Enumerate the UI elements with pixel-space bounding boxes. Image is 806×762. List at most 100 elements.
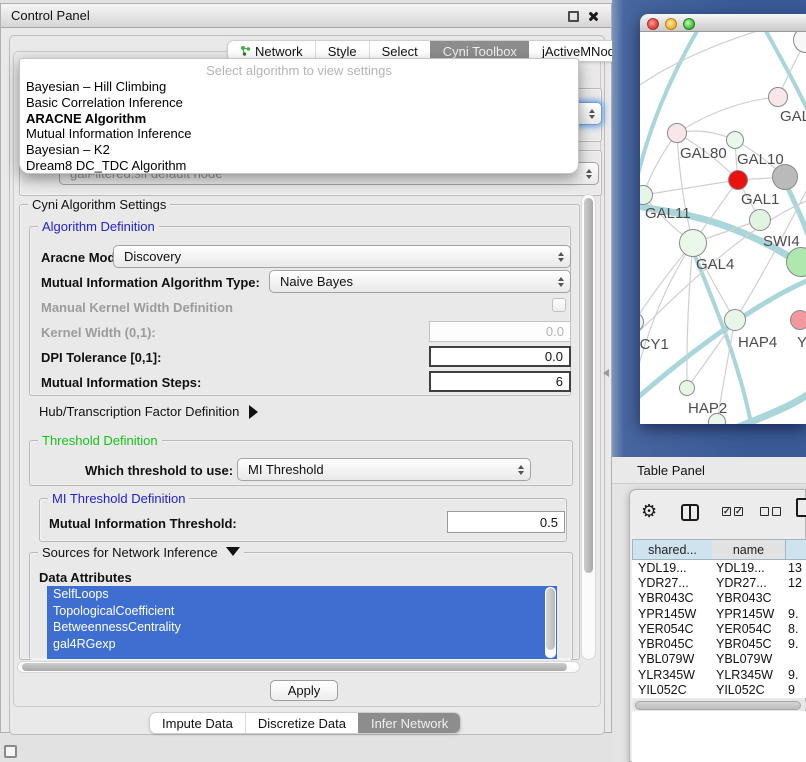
table-row[interactable]: YPR145WYPR145W9. <box>632 606 806 621</box>
table-panel-header: Table Panel <box>612 457 806 484</box>
manual-kernel-label: Manual Kernel Width Definition <box>41 300 233 315</box>
dock-panel-icon[interactable] <box>4 745 17 758</box>
columns-icon[interactable] <box>681 504 699 521</box>
tab-discretize-data[interactable]: Discretize Data <box>245 713 358 733</box>
mi-steps-label: Mutual Information Steps: <box>41 375 201 390</box>
manual-kernel-checkbox[interactable] <box>552 298 566 312</box>
column-header-name[interactable]: name <box>712 539 785 560</box>
network-canvas[interactable]: GALGAL80GAL10GAL1GAL11SWI4GAL4GCY1HAP4YH… <box>640 32 806 424</box>
algorithm-option-bayesian-hill-climbing[interactable]: Bayesian – Hill Climbing <box>20 79 578 95</box>
network-node-gal10[interactable] <box>726 131 744 149</box>
network-node-gal1[interactable] <box>728 170 748 190</box>
table-cell: YPR145W <box>712 607 785 621</box>
mi-threshold-label: Mutual Information Threshold: <box>49 516 237 531</box>
table-row[interactable]: YER054CYER054C8. <box>632 621 806 636</box>
aracne-mode-value: Discovery <box>124 249 181 264</box>
attribute-item-gal4rgexp[interactable]: gal4RGexp <box>47 636 557 653</box>
settings-vertical-scrollbar[interactable] <box>581 194 596 660</box>
settings-horizontal-scrollbar[interactable] <box>17 661 580 673</box>
kernel-width-field[interactable]: 0.0 <box>429 321 571 342</box>
window-minimize-button[interactable] <box>665 18 677 30</box>
control-panel-window: Control Panel NetworkStyleSelectCyni Too… <box>0 3 612 733</box>
dpi-tolerance-field[interactable]: 0.0 <box>429 346 571 367</box>
table-row[interactable]: YBR043CYBR043C <box>632 591 806 606</box>
hub-definition-toggle[interactable]: Hub/Transcription Factor Definition <box>39 404 258 419</box>
table-cell: 9. <box>785 607 806 621</box>
table-cell: YBR043C <box>632 591 712 605</box>
mi-threshold-title: MI Threshold Definition <box>48 491 189 506</box>
algorithm-dropdown-popup: Select algorithm to view settings Bayesi… <box>19 58 579 174</box>
algorithm-option-mutual-information-inference[interactable]: Mutual Information Inference <box>20 126 578 142</box>
column-header-shared-name[interactable]: shared... <box>632 539 712 560</box>
attribute-item-betweennesscentrality[interactable]: BetweennessCentrality <box>47 619 557 636</box>
algorithm-option-bayesian-k2[interactable]: Bayesian – K2 <box>20 142 578 158</box>
network-node-gal80[interactable] <box>667 123 687 143</box>
algorithm-option-aracne-algorithm[interactable]: ARACNE Algorithm <box>20 111 578 127</box>
mi-threshold-field[interactable]: 0.5 <box>447 511 565 533</box>
close-panel-icon[interactable] <box>586 10 599 23</box>
tab-infer-network[interactable]: Infer Network <box>358 713 460 733</box>
table-header-row: shared... name <box>632 539 806 560</box>
which-threshold-combo[interactable]: MI Threshold <box>237 458 531 481</box>
network-window-titlebar[interactable] <box>640 14 806 32</box>
network-node-hap2[interactable] <box>679 380 695 396</box>
mi-steps-field[interactable]: 6 <box>429 371 571 392</box>
network-node-gal4[interactable] <box>679 229 707 257</box>
table-cell: YDL19... <box>632 561 712 575</box>
network-node-y[interactable] <box>790 310 806 330</box>
apply-button[interactable]: Apply <box>270 680 338 701</box>
tab-label: Infer Network <box>371 716 448 731</box>
deselect-all-checkboxes-icon[interactable] <box>760 507 781 516</box>
table-cell: YBL079W <box>712 652 785 666</box>
stepper-icon <box>558 252 564 262</box>
table-row[interactable]: YBL079WYBL079W <box>632 652 806 667</box>
node-label-hap4: HAP4 <box>738 334 777 351</box>
table-row[interactable]: YBR045CYBR045C9. <box>632 636 806 651</box>
network-node[interactable] <box>772 164 798 190</box>
table-cell: 9. <box>785 637 806 651</box>
float-panel-icon[interactable] <box>568 11 579 22</box>
node-label-gal80: GAL80 <box>680 145 727 162</box>
attribute-item-topologicalcoefficient[interactable]: TopologicalCoefficient <box>47 603 557 620</box>
table-row[interactable]: YLR345WYLR345W9. <box>632 667 806 682</box>
table-row[interactable]: YDR27...YDR27...12 <box>632 575 806 590</box>
aracne-mode-combo[interactable]: Discovery <box>113 245 571 268</box>
algorithm-option-dream8-dc-tdc-algorithm[interactable]: Dream8 DC_TDC Algorithm <box>20 158 578 174</box>
mi-type-label: Mutual Information Algorithm Type: <box>41 275 260 290</box>
which-threshold-value: MI Threshold <box>248 462 324 477</box>
sources-title[interactable]: Sources for Network Inference <box>38 545 244 560</box>
tab-impute-data[interactable]: Impute Data <box>150 713 245 733</box>
document-icon[interactable] <box>796 498 806 517</box>
gear-icon[interactable] <box>641 502 657 520</box>
table-cell: 9 <box>785 683 806 697</box>
table-subwindow: shared... name YDL19...YDL19...13YDR27..… <box>629 489 806 762</box>
algorithm-option-basic-correlation-inference[interactable]: Basic Correlation Inference <box>20 95 578 111</box>
table-cell: 13 <box>785 561 806 575</box>
network-node-swi4[interactable] <box>749 209 771 231</box>
table-row[interactable]: YDL19...YDL19...13 <box>632 560 806 575</box>
kernel-width-value: 0.0 <box>546 324 564 339</box>
mi-type-combo[interactable]: Naive Bayes <box>269 270 571 293</box>
algorithm-dropdown-list: Bayesian – Hill ClimbingBasic Correlatio… <box>20 79 578 174</box>
network-node[interactable] <box>708 413 726 424</box>
dpi-tolerance-label: DPI Tolerance [0,1]: <box>41 350 161 365</box>
attribute-item-selfloops[interactable]: SelfLoops <box>47 586 557 603</box>
stepper-icon <box>518 465 524 475</box>
column-header-cut[interactable] <box>785 539 806 560</box>
window-close-button[interactable] <box>647 18 659 30</box>
which-threshold-label: Which threshold to use: <box>85 463 233 478</box>
table-cell: YBR045C <box>712 637 785 651</box>
table-horizontal-scrollbar[interactable] <box>632 699 806 711</box>
data-attributes-list[interactable]: SelfLoopsTopologicalCoefficientBetweenne… <box>47 586 557 659</box>
network-node-gal[interactable] <box>768 87 788 107</box>
attributes-scrollbar[interactable] <box>545 587 556 658</box>
mi-steps-value: 6 <box>556 374 563 389</box>
network-desktop: GALGAL80GAL10GAL1GAL11SWI4GAL4GCY1HAP4YH… <box>612 0 806 457</box>
network-icon <box>240 44 251 59</box>
window-zoom-button[interactable] <box>683 18 695 30</box>
select-all-checkboxes-icon[interactable] <box>722 507 743 516</box>
table-row[interactable]: YIL052CYIL052C9 <box>632 682 806 697</box>
splitpane-collapse-icon[interactable] <box>603 369 609 377</box>
table-cell: YDL19... <box>712 561 785 575</box>
network-node-hap4[interactable] <box>724 309 746 331</box>
